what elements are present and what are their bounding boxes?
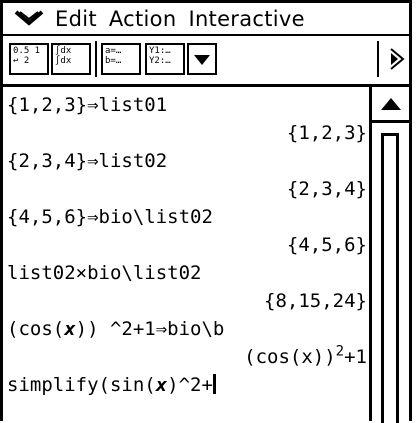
menu-bar: Edit Action Interactive <box>0 0 412 36</box>
result-tail: +1 <box>344 346 367 368</box>
input-line: {4,5,6}⇒bio\list02 <box>7 206 213 228</box>
dropdown-arrow-icon[interactable] <box>187 43 217 75</box>
input-line: list02×bio\list02 <box>7 262 202 284</box>
vertical-scrollbar[interactable] <box>369 87 409 423</box>
scroll-track[interactable] <box>381 133 399 423</box>
text-cursor <box>212 374 216 394</box>
graph-tool[interactable]: Y1:… Y2:… <box>145 43 185 75</box>
menu-edit[interactable]: Edit <box>55 7 97 31</box>
integral-mode-toggle[interactable]: ∫dx ∫dx <box>51 43 91 75</box>
result-base: (cos(x)) <box>244 346 336 368</box>
output-line: {1,2,3} <box>286 122 367 144</box>
current-input-line[interactable]: simplify(sin(x)^2+ <box>7 371 369 399</box>
expr-text: (cos( <box>7 318 65 340</box>
toolbar-divider <box>95 41 97 77</box>
menu-interactive[interactable]: Interactive <box>188 7 304 31</box>
menu-action[interactable]: Action <box>109 7 177 31</box>
main-work-area[interactable]: {1,2,3}⇒list01 {1,2,3} {2,3,4}⇒list02 {2,3,… <box>0 84 412 423</box>
assignment-tool[interactable]: a=… b=… <box>101 43 141 75</box>
input-line: (cos(x)) ^2+1⇒bio\b <box>7 315 369 343</box>
output-line: {8,15,24} <box>264 290 367 312</box>
variable-x: x <box>64 318 76 340</box>
input-text: simplify(sin( <box>7 374 156 396</box>
input-text: )^2+ <box>167 374 213 396</box>
input-line: {1,2,3}⇒list01 <box>7 94 168 116</box>
menu-down-arrow-icon[interactable] <box>3 3 55 34</box>
output-line: (cos(x))2+1 <box>7 343 369 371</box>
output-line: {4,5,6} <box>286 234 367 256</box>
toolbar-scroll-right-icon[interactable] <box>383 43 409 75</box>
history-lines: {1,2,3}⇒list01 {1,2,3} {2,3,4}⇒list02 {2,3,… <box>7 91 369 399</box>
output-line: {2,3,4} <box>286 178 367 200</box>
fraction-decimal-toggle[interactable]: 0.5 1 ↩ 2 <box>9 43 49 75</box>
variable-x: x <box>155 374 168 396</box>
toolbar: 0.5 1 ↩ 2 ∫dx ∫dx a=… b=… Y1:… Y2:… <box>0 36 412 84</box>
result-exponent: 2 <box>335 343 345 360</box>
toolbar-divider <box>377 41 379 77</box>
scroll-up-arrow-icon[interactable] <box>372 87 409 123</box>
input-line: {2,3,4}⇒list02 <box>7 150 168 172</box>
expr-text: )) ^2+1⇒bio\b <box>75 318 225 340</box>
